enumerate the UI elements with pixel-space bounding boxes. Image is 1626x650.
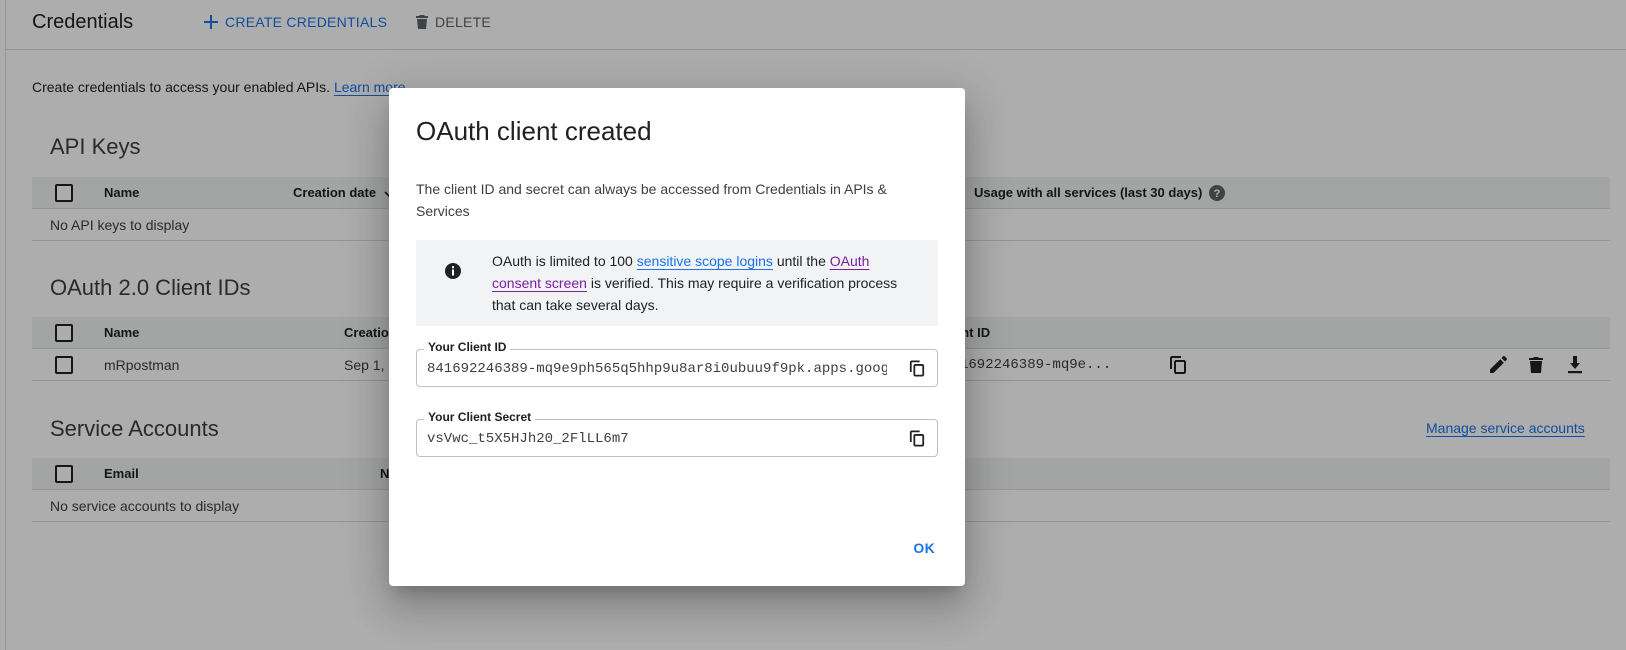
info-text-part1: OAuth is limited to 100 (492, 253, 637, 269)
oauth-created-dialog: OAuth client created The client ID and s… (389, 88, 965, 586)
info-text-part2: until the (772, 253, 830, 269)
sensitive-scope-logins-link[interactable]: sensitive scope logins (637, 253, 773, 269)
info-text: OAuth is limited to 100 sensitive scope … (492, 250, 922, 316)
copy-icon[interactable] (909, 359, 925, 378)
client-id-label: Your Client ID (424, 340, 511, 354)
client-secret-field[interactable]: Your Client Secret vsVwc_t5X5HJh20_2FlLL… (416, 410, 938, 457)
dialog-description: The client ID and secret can always be a… (416, 181, 887, 219)
client-id-value[interactable]: 841692246389-mq9e9ph565q5hhp9u8ar8i0ubuu… (427, 361, 887, 377)
dialog-title: OAuth client created (416, 116, 652, 146)
copy-icon[interactable] (909, 429, 925, 448)
info-icon (445, 263, 461, 279)
client-id-field[interactable]: Your Client ID 841692246389-mq9e9ph565q5… (416, 340, 938, 387)
info-box: OAuth is limited to 100 sensitive scope … (416, 240, 938, 326)
ok-button[interactable]: OK (913, 540, 935, 556)
client-secret-label: Your Client Secret (424, 410, 536, 424)
client-secret-value[interactable]: vsVwc_t5X5HJh20_2FlLL6m7 (427, 431, 887, 447)
